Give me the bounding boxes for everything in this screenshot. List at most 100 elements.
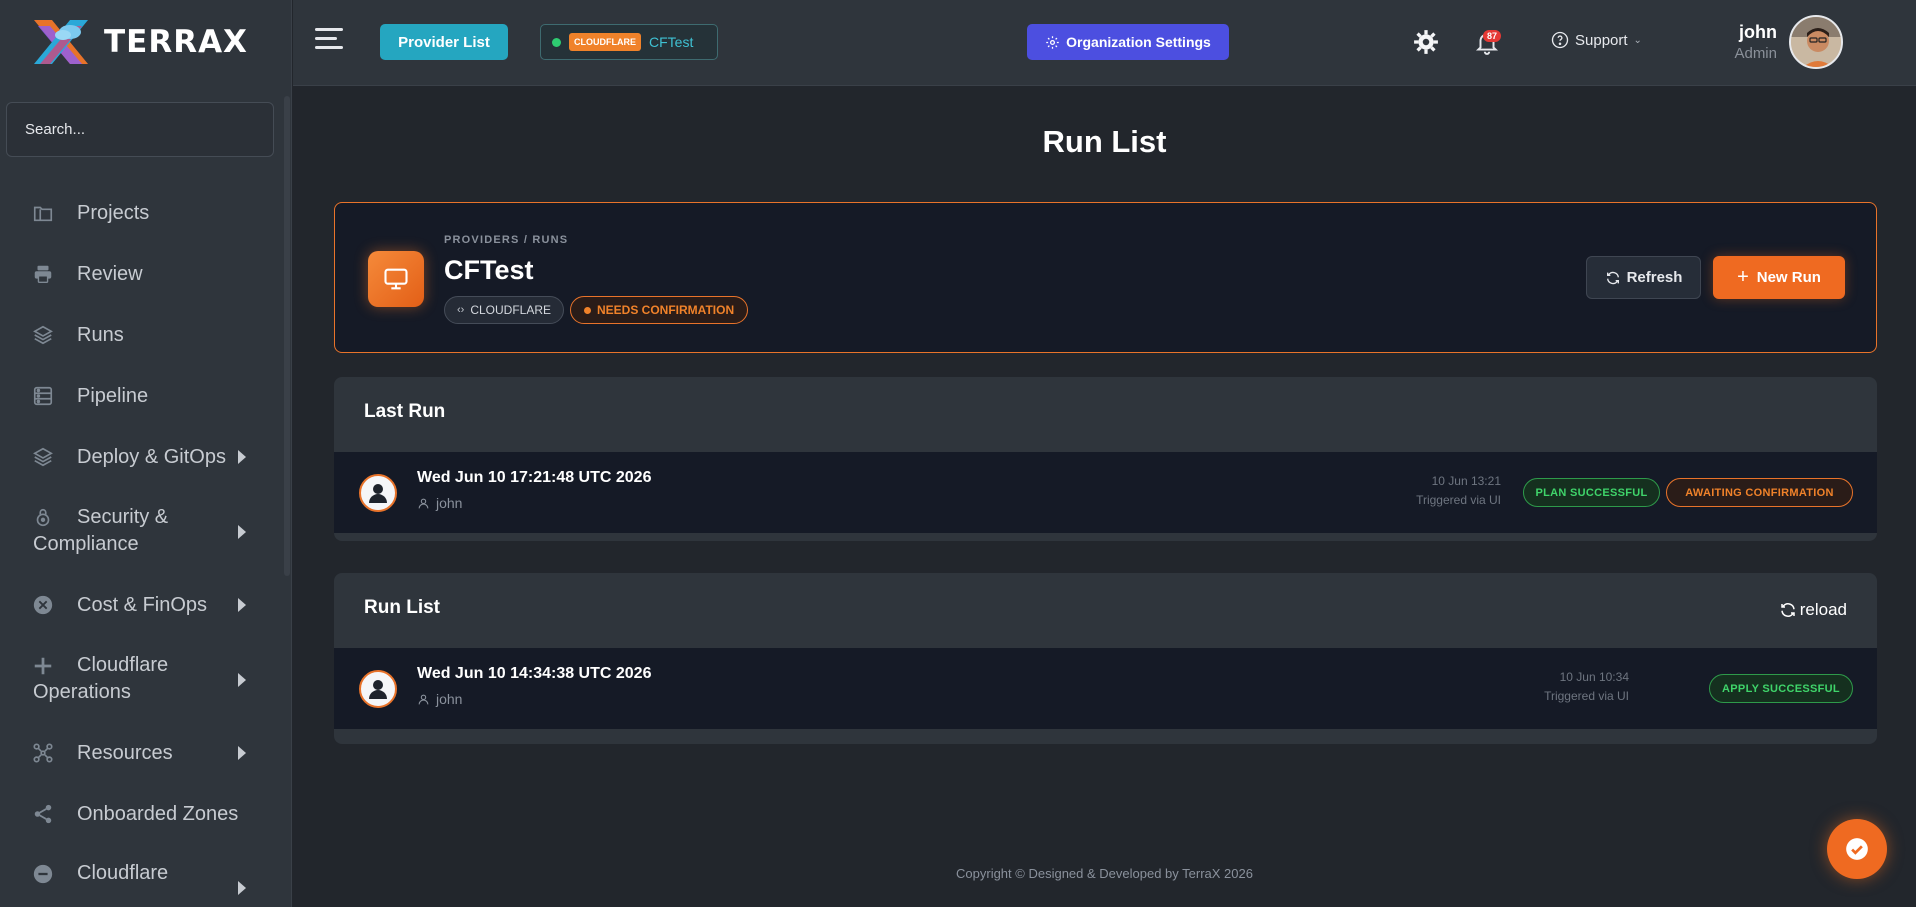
chevron-right-icon (238, 598, 246, 612)
chevron-right-icon (238, 450, 246, 464)
provider-chip-tag: CLOUDFLARE (569, 33, 641, 51)
help-circle-icon (1551, 31, 1569, 49)
provider-chip-name: CFTest (649, 34, 694, 50)
check-circle-icon (1846, 838, 1868, 860)
sidebar-item-label: Projects (77, 201, 150, 224)
run-trigger: Triggered via UI (1416, 493, 1501, 507)
sidebar-item-onboarded-zones[interactable]: Onboarded Zones (0, 801, 280, 827)
user-role: Admin (1734, 45, 1777, 62)
sidebar-item-security-compliance[interactable]: Security & Compliance (0, 504, 280, 560)
server-icon (31, 384, 55, 408)
sidebar-item-resources[interactable]: Resources (0, 740, 280, 766)
x-circle-icon (31, 593, 55, 617)
refresh-icon (1606, 271, 1619, 284)
sidebar-search-input[interactable] (6, 102, 274, 157)
provider-chip[interactable]: CLOUDFLARE CFTest (540, 24, 718, 60)
sidebar-item-projects[interactable]: Projects (0, 200, 280, 226)
user-icon (418, 694, 429, 704)
sidebar-item-pipeline[interactable]: Pipeline (0, 383, 280, 409)
floating-action-button[interactable] (1827, 819, 1887, 879)
sidebar-item-runs[interactable]: Runs (0, 322, 280, 348)
page-title: Run List (1042, 124, 1167, 159)
sidebar-item-label: Cloudflare Operations (33, 654, 169, 703)
brand-name: TERRAX (104, 24, 248, 60)
confirmation-status-badge: AWAITING CONFIRMATION (1666, 478, 1853, 507)
last-run-section: Last Run Wed Jun 10 17:21:48 UTC 2026 jo… (334, 377, 1877, 541)
folder-icon (31, 201, 55, 225)
chevron-right-icon (238, 746, 246, 760)
network-icon (31, 741, 55, 765)
table-row[interactable]: Wed Jun 10 14:34:38 UTC 2026 john 10 Jun… (334, 648, 1877, 729)
sidebar-item-review[interactable]: Review (0, 261, 280, 287)
user-icon (418, 498, 429, 508)
apply-status-badge: APPLY SUCCESSFUL (1709, 674, 1853, 703)
stack-icon (31, 445, 55, 469)
share-icon (31, 802, 55, 826)
menu-toggle-icon[interactable] (315, 28, 343, 52)
printer-icon (31, 262, 55, 286)
provider-header-card: PROVIDERS / RUNS CFTest ‹› CLOUDFLARE NE… (334, 202, 1877, 353)
support-label: Support (1575, 31, 1628, 49)
breadcrumb: PROVIDERS / RUNS (444, 234, 569, 246)
organization-settings-label: Organization Settings (1066, 34, 1211, 50)
notification-badge: 87 (1483, 30, 1502, 42)
user-avatar[interactable] (1789, 15, 1843, 69)
run-user: john (417, 495, 462, 511)
sidebar-item-label: Deploy & GitOps (77, 445, 226, 468)
gear-icon (1046, 35, 1059, 49)
provider-name: CFTest (444, 255, 534, 285)
sidebar-item-cloudflare[interactable]: Cloudflare (0, 862, 280, 902)
run-user-name: john (436, 495, 463, 511)
sidebar-item-label: Runs (77, 323, 124, 346)
run-user: john (417, 691, 462, 707)
sidebar-item-cost-finops[interactable]: Cost & FinOps (0, 592, 280, 618)
new-run-button[interactable]: + New Run (1713, 256, 1845, 299)
support-menu[interactable]: Support ⌄ (1551, 31, 1642, 49)
user-avatar-icon (359, 474, 397, 512)
sidebar-item-label: Cost & FinOps (77, 593, 208, 616)
plan-status-badge: PLAN SUCCESSFUL (1523, 478, 1660, 507)
status-dot-icon (552, 37, 561, 47)
sidebar-item-label: Review (77, 262, 143, 285)
sidebar-item-label: Cloudflare (77, 862, 169, 884)
section-title: Last Run (364, 401, 446, 422)
user-name[interactable]: john (1700, 22, 1777, 43)
sidebar-item-label: Resources (77, 741, 173, 764)
run-title: Wed Jun 10 17:21:48 UTC 2026 (417, 469, 652, 486)
provider-type-label: CLOUDFLARE (470, 303, 552, 317)
chevron-right-icon (238, 881, 246, 895)
topbar: Provider List CLOUDFLARE CFTest Organiza… (293, 0, 1916, 86)
chevron-down-icon: ⌄ (1633, 34, 1642, 46)
terrax-logo-icon (34, 20, 88, 64)
run-user-name: john (436, 691, 463, 707)
run-date: 10 Jun 13:21 (1431, 474, 1501, 488)
sidebar-item-cloudflare-operations[interactable]: Cloudflare Operations (0, 652, 280, 708)
sidebar-scrollbar[interactable] (284, 96, 290, 576)
reload-icon (1780, 603, 1795, 617)
sidebar-item-deploy-gitops[interactable]: Deploy & GitOps (0, 444, 280, 470)
monitor-icon (368, 251, 424, 307)
sidebar-item-label: Security & Compliance (33, 506, 169, 555)
run-list-section: Run List reload Wed Jun 10 14:34:38 UTC … (334, 573, 1877, 744)
status-dot-icon (584, 306, 591, 314)
layers-icon (31, 323, 55, 347)
brand-logo[interactable]: TERRAX (30, 16, 248, 68)
table-row[interactable]: Wed Jun 10 17:21:48 UTC 2026 john 10 Jun… (334, 452, 1877, 533)
status-label: NEEDS CONFIRMATION (597, 303, 735, 317)
sidebar-item-label: Onboarded Zones (77, 802, 239, 825)
refresh-button[interactable]: Refresh (1586, 256, 1701, 299)
provider-list-button[interactable]: Provider List (380, 24, 508, 60)
run-title: Wed Jun 10 14:34:38 UTC 2026 (417, 665, 652, 682)
run-date: 10 Jun 10:34 (1559, 670, 1629, 684)
refresh-label: Refresh (1626, 269, 1683, 286)
user-avatar-icon (359, 670, 397, 708)
run-trigger: Triggered via UI (1544, 689, 1629, 703)
reload-label: reload (1799, 600, 1847, 619)
plus-icon: + (1737, 266, 1749, 288)
sidebar-item-label: Pipeline (77, 384, 149, 407)
section-title: Run List (364, 597, 440, 618)
theme-toggle-sun-icon[interactable] (1413, 29, 1439, 55)
organization-settings-button[interactable]: Organization Settings (1027, 24, 1229, 60)
code-icon: ‹› (457, 304, 465, 316)
reload-button[interactable]: reload (1779, 600, 1847, 620)
